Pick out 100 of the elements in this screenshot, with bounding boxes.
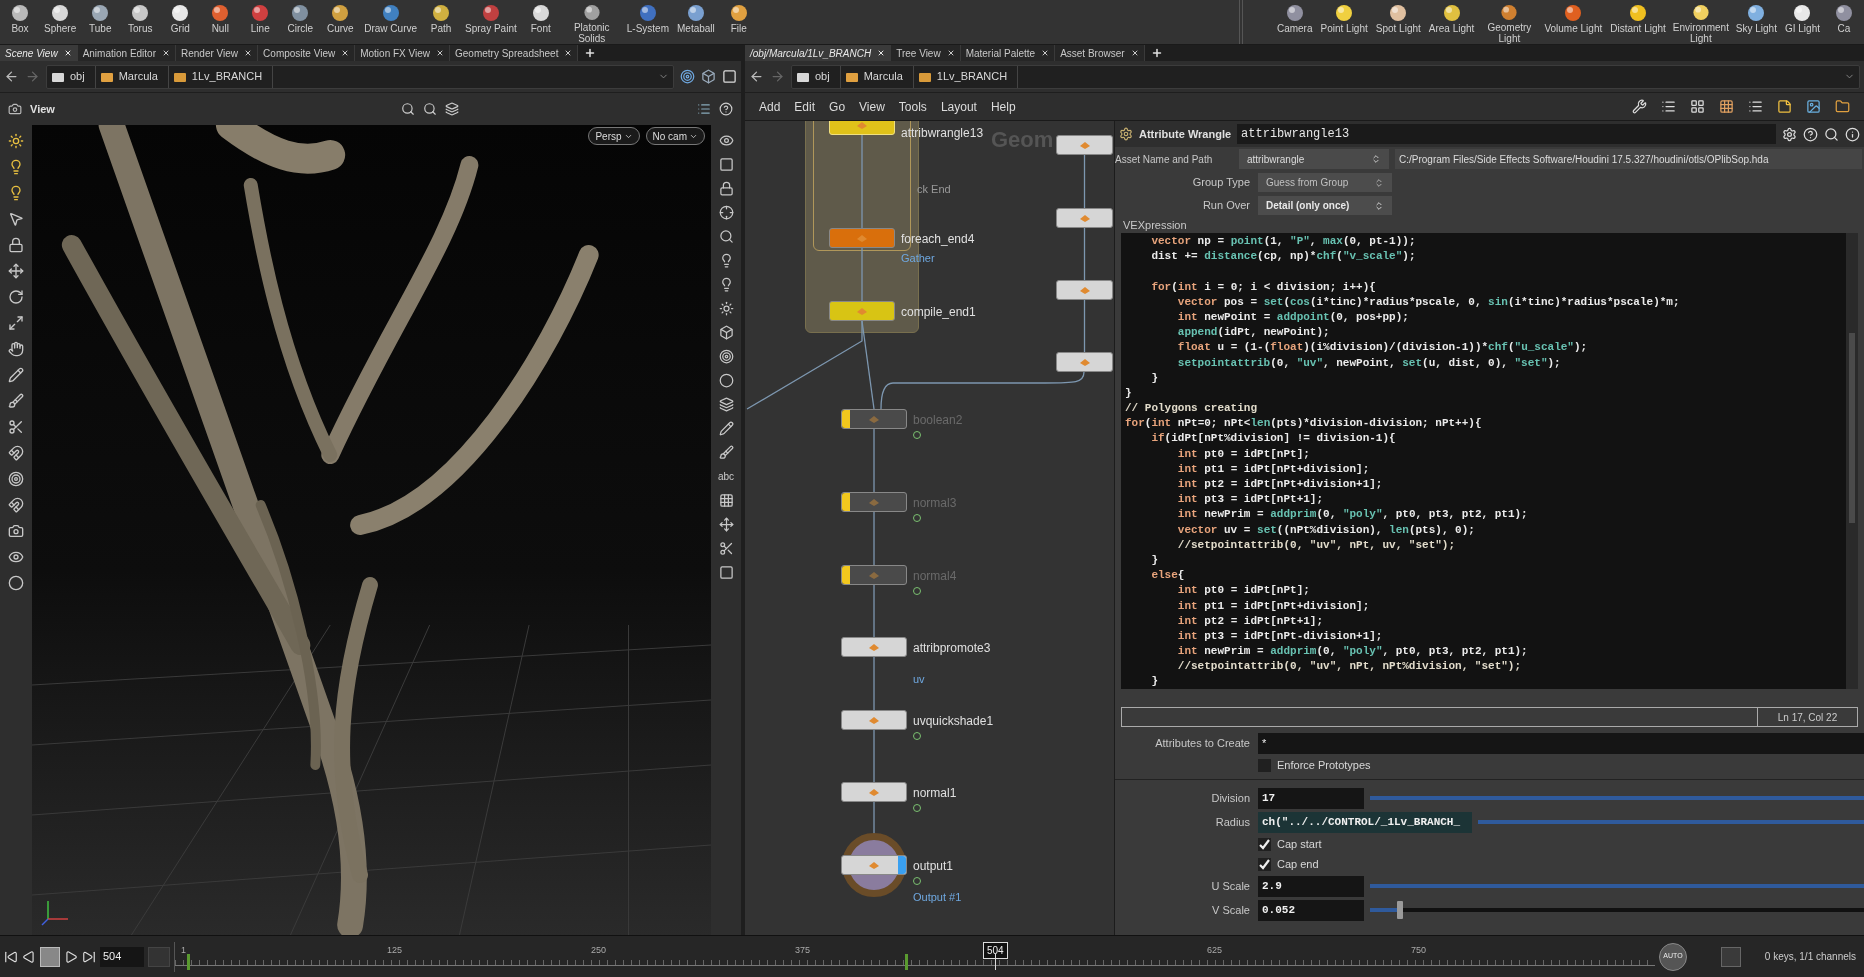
pencil-icon[interactable] — [718, 421, 734, 436]
forward-icon[interactable] — [25, 69, 40, 84]
menu-item[interactable]: Add — [759, 97, 781, 116]
lock-icon[interactable] — [718, 181, 734, 196]
menu-dropdown[interactable]: Guess from Group — [1258, 173, 1392, 192]
close-icon[interactable] — [436, 49, 444, 57]
pencil-icon[interactable] — [8, 367, 24, 383]
shelf-tool[interactable]: Ca — [1824, 0, 1864, 44]
tab[interactable]: Motion FX View — [355, 45, 450, 61]
node-name-field[interactable]: attribwrangle13 — [1237, 124, 1776, 144]
tab[interactable]: Render View — [176, 45, 259, 61]
slider-thumb[interactable] — [1396, 901, 1403, 919]
search-icon[interactable] — [718, 229, 734, 244]
close-icon[interactable] — [1041, 49, 1050, 57]
tab[interactable]: /obj/Marcula/1Lv_BRANCH — [745, 45, 892, 61]
shelf-tool[interactable]: Font — [520, 0, 561, 44]
value-field[interactable]: 2.9 — [1258, 875, 1364, 897]
path-bar[interactable]: obj Marcula 1Lv_BRANCH — [46, 64, 674, 89]
network-node[interactable] — [1056, 352, 1113, 372]
forward-icon[interactable] — [770, 69, 785, 84]
lock-icon[interactable] — [8, 237, 24, 253]
network-node[interactable] — [1056, 135, 1113, 155]
toolbar-label[interactable]: abc — [717, 469, 735, 484]
shelf-tool[interactable]: Curve — [320, 0, 361, 44]
close-icon[interactable] — [877, 49, 886, 57]
shelf-tool[interactable]: Point Light — [1316, 0, 1372, 44]
stop-button[interactable] — [40, 946, 60, 967]
crosshair-icon[interactable] — [718, 205, 734, 220]
tab[interactable]: Scene View — [0, 45, 78, 61]
tab[interactable]: Composite View — [258, 45, 356, 61]
list-icon[interactable] — [1748, 99, 1763, 114]
path-crumb[interactable]: Marcula — [844, 65, 914, 88]
close-icon[interactable] — [564, 49, 573, 57]
timeline-ruler[interactable]: 1 125 250 375 504 625 750 — [174, 941, 1655, 972]
path-crumb[interactable]: obj — [796, 65, 841, 88]
tab[interactable]: Material Palette — [960, 45, 1056, 61]
sun-icon[interactable] — [718, 301, 734, 316]
cube-icon[interactable] — [718, 325, 734, 340]
checkbox[interactable] — [1258, 758, 1271, 772]
network-node[interactable] — [829, 301, 895, 321]
value-field[interactable]: ch("../../CONTROL/_1Lv_BRANCH_ — [1258, 811, 1472, 833]
network-node[interactable] — [829, 228, 895, 248]
shelf-tool[interactable]: Metaball — [673, 0, 719, 44]
shelf-tool[interactable]: Null — [200, 0, 241, 44]
shelf-tool[interactable]: Environment Light — [1669, 0, 1732, 44]
grid-icon[interactable] — [1690, 99, 1705, 114]
network-node[interactable] — [841, 710, 907, 730]
sun-icon[interactable] — [8, 133, 24, 149]
scrollbar[interactable] — [1846, 233, 1858, 689]
shelf-tool[interactable]: Area Light — [1424, 0, 1479, 44]
move-icon[interactable] — [718, 517, 734, 532]
shelf-tool[interactable]: Geometry Light — [1478, 0, 1541, 44]
shelf-tool[interactable]: Distant Light — [1606, 0, 1670, 44]
attributes-field[interactable]: * — [1258, 732, 1864, 754]
path-bar[interactable]: obj Marcula 1Lv_BRANCH — [791, 64, 1860, 89]
network-node[interactable] — [841, 492, 907, 512]
folder-icon[interactable] — [1835, 99, 1850, 114]
shelf-tool[interactable]: Sky Light — [1731, 0, 1781, 44]
scissors-icon[interactable] — [718, 541, 734, 556]
close-icon[interactable] — [1130, 49, 1139, 57]
menu-item[interactable]: Go — [829, 97, 846, 116]
close-icon[interactable] — [946, 49, 955, 57]
shelf-tool[interactable]: Platonic Solids — [560, 0, 623, 44]
list-icon[interactable] — [1661, 99, 1676, 114]
add-tab-icon[interactable] — [1150, 47, 1163, 59]
camera-menu-button[interactable]: Persp — [588, 127, 640, 145]
shelf-tool[interactable]: Camera — [1272, 0, 1317, 44]
target-icon[interactable] — [680, 69, 695, 84]
shelf-tool[interactable]: Circle — [280, 0, 321, 44]
path-crumb[interactable]: Marcula — [99, 65, 169, 88]
path-crumb[interactable]: 1Lv_BRANCH — [172, 65, 274, 88]
network-node[interactable] — [1056, 208, 1113, 228]
network-node[interactable] — [841, 565, 907, 585]
tab[interactable]: Asset Browser — [1055, 45, 1145, 61]
value-field[interactable]: 0.052 — [1258, 899, 1364, 921]
network-node[interactable] — [841, 855, 907, 875]
cube-icon[interactable] — [701, 69, 716, 84]
bulb-icon[interactable] — [8, 159, 24, 175]
brush-icon[interactable] — [8, 393, 24, 409]
note-icon[interactable] — [1777, 99, 1792, 114]
frame-field[interactable]: 504 — [100, 946, 144, 967]
shelf-tool[interactable]: Box — [0, 0, 40, 44]
reverse-play-icon[interactable] — [22, 949, 36, 964]
search-icon[interactable] — [1824, 126, 1839, 142]
close-icon[interactable] — [162, 49, 170, 57]
key-button[interactable] — [1721, 946, 1741, 967]
layers-icon[interactable] — [445, 102, 459, 116]
square-icon[interactable] — [718, 157, 734, 172]
tab[interactable]: Tree View — [891, 45, 961, 61]
shelf-tool[interactable]: Spot Light — [1371, 0, 1425, 44]
help-icon[interactable] — [719, 102, 733, 116]
shelf-tool[interactable]: Grid — [160, 0, 201, 44]
checkbox[interactable] — [1258, 857, 1271, 871]
add-tab-icon[interactable] — [584, 47, 597, 59]
tab[interactable]: Animation Editor — [77, 45, 176, 61]
first-frame-icon[interactable] — [4, 949, 18, 964]
target-icon[interactable] — [8, 471, 24, 487]
close-icon[interactable] — [63, 49, 72, 57]
image-icon[interactable] — [1806, 99, 1821, 114]
circle-icon[interactable] — [8, 575, 24, 591]
